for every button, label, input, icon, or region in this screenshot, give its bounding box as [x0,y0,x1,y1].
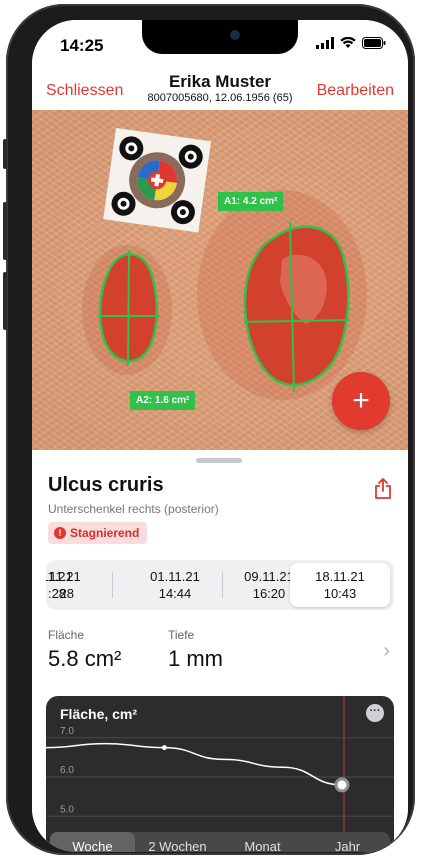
chevron-right-icon[interactable]: › [383,640,390,663]
area-value: 5.8 cm² [48,646,122,671]
condition-title: Ulcus cruris [48,474,164,496]
volume-down-button [3,272,7,330]
data-point[interactable] [161,745,167,751]
status-badge: ! Stagnierend [48,522,148,544]
condition-location: Unterschenkel rechts (posterior) [48,502,219,516]
camera-icon [230,30,240,40]
y-tick-label: 7.0 [60,726,74,737]
date-item-selected[interactable]: 18.11.21 10:43 [290,563,390,607]
date-selector: 11.21:28 11.21:28 01.11.2114:44 09.11.21… [46,560,394,610]
wifi-icon [340,37,356,48]
range-segmented-control: Woche 2 Wochen Monat Jahr [50,832,390,852]
series-line [46,742,343,786]
sheet-handle[interactable] [196,458,242,463]
edit-button[interactable]: Bearbeiten [317,82,394,100]
area-chart[interactable]: Fläche, cm² ··· 7.0 6.0 5.0 Woche 2 Wochen… [46,696,394,852]
depth-value: 1 mm [168,646,223,671]
add-button[interactable]: + [332,372,390,430]
wound-a1-label[interactable]: A1: 4.2 cm² [218,192,284,211]
alert-icon: ! [54,527,66,539]
signal-icon [316,37,334,49]
depth-label: Tiefe [168,628,195,642]
screen: 14:25 Schliessen Erika Muster 8007005680… [32,20,408,852]
notch [142,20,298,54]
detail-sheet: Ulcus cruris Unterschenkel rechts (poste… [32,450,408,852]
segment-month[interactable]: Monat [220,832,305,852]
calibration-marker-icon [103,128,212,233]
segment-2-weeks[interactable]: 2 Wochen [135,832,220,852]
share-icon[interactable] [374,478,392,500]
plus-icon: + [352,384,370,417]
selected-data-point[interactable] [334,777,350,793]
area-label: Fläche [48,628,85,642]
silent-switch [3,139,7,169]
y-tick-label: 6.0 [60,765,74,776]
y-tick-label: 5.0 [60,804,74,815]
status-badge-label: Stagnierend [70,526,140,540]
wound-a2-label[interactable]: A2: 1.6 cm² [130,391,196,410]
segment-week[interactable]: Woche [50,832,135,852]
chart-plot: 7.0 6.0 5.0 [46,696,394,836]
battery-icon [362,37,386,49]
status-time: 14:25 [60,36,104,55]
volume-up-button [3,202,7,260]
nav-bar: Schliessen Erika Muster 8007005680, 12.0… [32,70,408,110]
date-item-1[interactable]: 01.11.21 14:44 [128,563,222,607]
segment-year[interactable]: Jahr [305,832,390,852]
